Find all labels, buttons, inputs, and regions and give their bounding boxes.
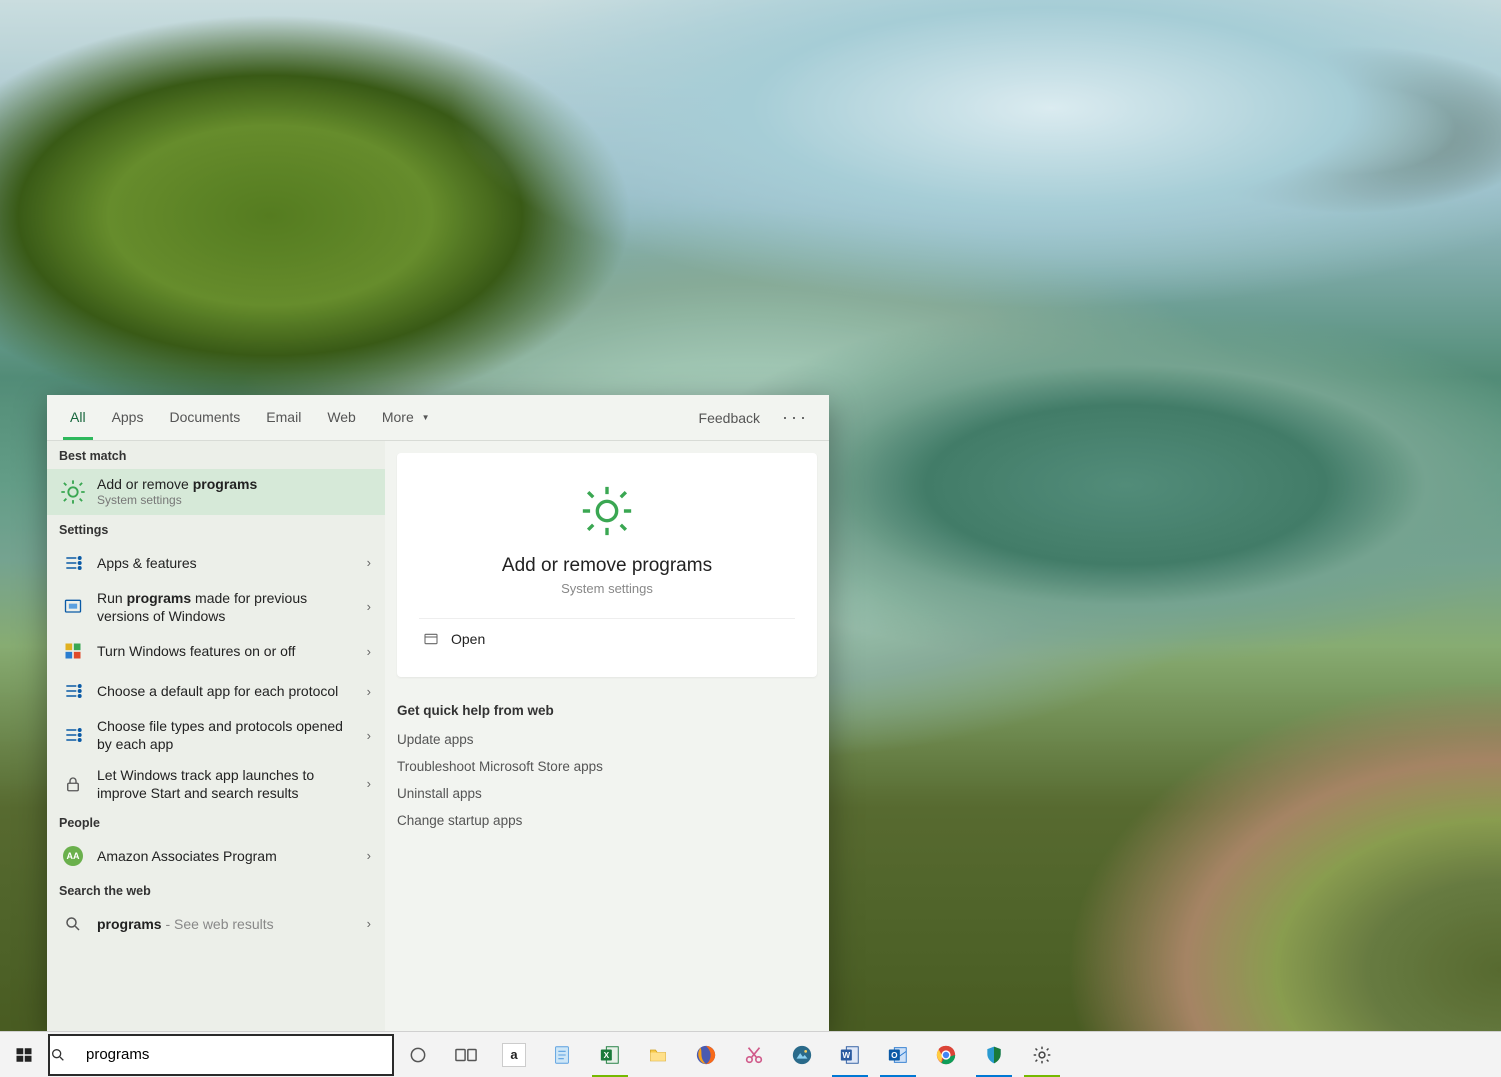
result-title: Turn Windows features on or off	[97, 642, 361, 660]
web-help-link-startup[interactable]: Change startup apps	[397, 807, 817, 834]
windows-logo-icon	[15, 1046, 33, 1064]
section-search-web: Search the web	[47, 876, 385, 904]
web-help-link-uninstall[interactable]: Uninstall apps	[397, 780, 817, 807]
word-icon[interactable]: W	[826, 1032, 874, 1077]
tab-more[interactable]: More ▼	[369, 395, 443, 440]
tab-all[interactable]: All	[57, 395, 99, 440]
open-icon	[423, 631, 451, 647]
result-title: Add or remove programs	[97, 475, 377, 493]
search-flyout: All Apps Documents Email Web More ▼ Feed…	[47, 395, 829, 1031]
chevron-right-icon: ›	[361, 644, 377, 659]
aa-avatar-icon: AA	[59, 842, 87, 870]
taskbar-search-box[interactable]	[48, 1034, 394, 1076]
chevron-right-icon: ›	[361, 848, 377, 863]
settings-icon[interactable]	[1018, 1032, 1066, 1077]
svg-text:X: X	[604, 1050, 610, 1059]
default-app-icon	[59, 677, 87, 705]
result-title: programs - See web results	[97, 915, 361, 933]
tab-documents[interactable]: Documents	[156, 395, 253, 440]
preview-subtitle: System settings	[561, 581, 653, 596]
chevron-right-icon: ›	[361, 776, 377, 791]
result-person-amazon-associates[interactable]: AA Amazon Associates Program ›	[47, 836, 385, 876]
web-help-link-troubleshoot[interactable]: Troubleshoot Microsoft Store apps	[397, 753, 817, 780]
result-default-app-protocol[interactable]: Choose a default app for each protocol ›	[47, 671, 385, 711]
taskbar: a X W O	[0, 1031, 1501, 1077]
result-best-match[interactable]: Add or remove programs System settings	[47, 469, 385, 515]
lock-icon	[59, 770, 87, 798]
tab-web[interactable]: Web	[314, 395, 369, 440]
result-windows-features[interactable]: Turn Windows features on or off ›	[47, 631, 385, 671]
firefox-icon[interactable]	[682, 1032, 730, 1077]
search-icon	[59, 910, 87, 938]
file-explorer-icon[interactable]	[634, 1032, 682, 1077]
defender-icon[interactable]	[970, 1032, 1018, 1077]
preview-action-open[interactable]: Open	[419, 619, 795, 659]
result-title: Amazon Associates Program	[97, 847, 361, 865]
chevron-right-icon: ›	[361, 728, 377, 743]
compat-icon	[59, 593, 87, 621]
result-title: Run programs made for previous versions …	[97, 589, 361, 625]
cortana-icon[interactable]	[394, 1032, 442, 1077]
search-results-list: Best match Add or remove programs System…	[47, 441, 385, 1031]
result-file-types[interactable]: Choose file types and protocols opened b…	[47, 711, 385, 759]
section-people: People	[47, 808, 385, 836]
wt-bold: programs	[97, 916, 162, 932]
preview-card: Add or remove programs System settings O…	[397, 453, 817, 677]
web-help-header: Get quick help from web	[397, 701, 817, 726]
t-bold: programs	[127, 590, 192, 606]
result-run-compat[interactable]: Run programs made for previous versions …	[47, 583, 385, 631]
svg-text:W: W	[842, 1050, 850, 1059]
result-title: Choose a default app for each protocol	[97, 682, 361, 700]
svg-text:O: O	[891, 1050, 898, 1059]
chrome-icon[interactable]	[922, 1032, 970, 1077]
avatar-initials: AA	[63, 846, 83, 866]
chevron-right-icon: ›	[361, 684, 377, 699]
result-title: Choose file types and protocols opened b…	[97, 717, 361, 753]
chevron-down-icon: ▼	[422, 395, 430, 440]
result-title-pre: Add or remove	[97, 476, 193, 492]
tab-apps[interactable]: Apps	[99, 395, 157, 440]
windows-features-icon	[59, 637, 87, 665]
preview-title: Add or remove programs	[502, 555, 712, 577]
result-web-search[interactable]: programs - See web results ›	[47, 904, 385, 944]
result-track-launches[interactable]: Let Windows track app launches to improv…	[47, 760, 385, 808]
search-icon	[50, 1047, 84, 1063]
wt-suffix: - See web results	[162, 916, 274, 932]
excel-icon[interactable]: X	[586, 1032, 634, 1077]
chevron-right-icon: ›	[361, 555, 377, 570]
search-tabs: All Apps Documents Email Web More ▼ Feed…	[47, 395, 829, 441]
file-types-icon	[59, 721, 87, 749]
chevron-right-icon: ›	[361, 599, 377, 614]
result-title: Let Windows track app launches to improv…	[97, 766, 361, 802]
apps-features-icon	[59, 549, 87, 577]
chevron-right-icon: ›	[361, 916, 377, 931]
snipping-tool-icon[interactable]	[730, 1032, 778, 1077]
outlook-icon[interactable]: O	[874, 1032, 922, 1077]
search-preview-pane: Add or remove programs System settings O…	[385, 441, 829, 1031]
start-button[interactable]	[0, 1032, 48, 1077]
gear-icon	[59, 478, 87, 506]
tab-more-label: More	[382, 409, 414, 425]
web-help-link-update-apps[interactable]: Update apps	[397, 726, 817, 753]
section-best-match: Best match	[47, 441, 385, 469]
result-apps-features[interactable]: Apps & features ›	[47, 543, 385, 583]
notepad-icon[interactable]	[538, 1032, 586, 1077]
web-help-section: Get quick help from web Update apps Trou…	[397, 701, 817, 834]
more-options-icon[interactable]: ···	[772, 407, 819, 428]
photos-icon[interactable]	[778, 1032, 826, 1077]
gear-icon	[577, 481, 637, 541]
section-settings: Settings	[47, 515, 385, 543]
t-pre: Run	[97, 590, 127, 606]
task-view-icon[interactable]	[442, 1032, 490, 1077]
feedback-link[interactable]: Feedback	[687, 410, 772, 426]
amazon-icon[interactable]: a	[490, 1032, 538, 1077]
result-title-bold: programs	[193, 476, 258, 492]
search-input[interactable]	[84, 1045, 392, 1064]
result-title: Apps & features	[97, 554, 361, 572]
preview-action-label: Open	[451, 631, 485, 647]
result-subtitle: System settings	[97, 493, 377, 509]
tab-email[interactable]: Email	[253, 395, 314, 440]
